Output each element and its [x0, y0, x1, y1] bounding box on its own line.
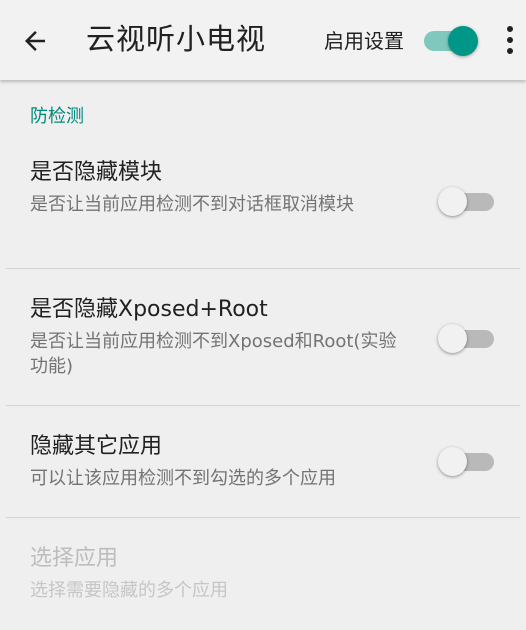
settings-screen: 云视听小电视 启用设置 防检测 是否隐藏模块 是否让当前应用检测不到对话框取消模…: [0, 0, 526, 630]
pref-summary: 选择需要隐藏的多个应用: [30, 580, 228, 601]
pref-select-apps: 选择应用 选择需要隐藏的多个应用: [0, 536, 526, 630]
arrow-back-icon: [25, 31, 45, 51]
pref-title: 是否隐藏Xposed+Root: [30, 297, 268, 322]
pref-hide-xposed-root[interactable]: 是否隐藏Xposed+Root 是否让当前应用检测不到Xposed和Root(实…: [0, 287, 526, 405]
pref-summary: 可以让该应用检测不到勾选的多个应用: [30, 468, 336, 489]
page-title: 云视听小电视: [86, 22, 267, 56]
switch-thumb: [438, 187, 467, 216]
divider: [6, 517, 520, 518]
hide-other-apps-switch[interactable]: [438, 446, 496, 476]
hide-xposed-root-switch[interactable]: [438, 323, 496, 353]
switch-thumb: [448, 26, 478, 56]
category-header: 防检测: [30, 106, 84, 127]
pref-summary: 是否让当前应用检测不到对话框取消模块: [30, 194, 354, 215]
pref-hide-module[interactable]: 是否隐藏模块 是否让当前应用检测不到对话框取消模块: [0, 150, 526, 268]
divider: [6, 268, 520, 269]
pref-hide-other-apps[interactable]: 隐藏其它应用 可以让该应用检测不到勾选的多个应用: [0, 424, 526, 517]
switch-thumb: [438, 324, 467, 353]
app-bar: 云视听小电视 启用设置: [0, 0, 526, 80]
pref-title: 是否隐藏模块: [30, 160, 163, 185]
more-dot: [507, 26, 513, 32]
divider: [6, 405, 520, 406]
enable-settings-switch[interactable]: [422, 25, 480, 56]
back-button[interactable]: [14, 20, 56, 62]
more-dot: [507, 48, 513, 54]
hide-module-switch[interactable]: [438, 186, 496, 216]
pref-title: 隐藏其它应用: [30, 434, 163, 459]
more-dot: [507, 37, 513, 43]
pref-title: 选择应用: [30, 546, 119, 571]
pref-summary: 是否让当前应用检测不到Xposed和Root(实验功能): [30, 331, 397, 377]
more-options-button[interactable]: [498, 22, 522, 58]
enable-settings-label: 启用设置: [324, 29, 404, 53]
switch-thumb: [438, 447, 467, 476]
